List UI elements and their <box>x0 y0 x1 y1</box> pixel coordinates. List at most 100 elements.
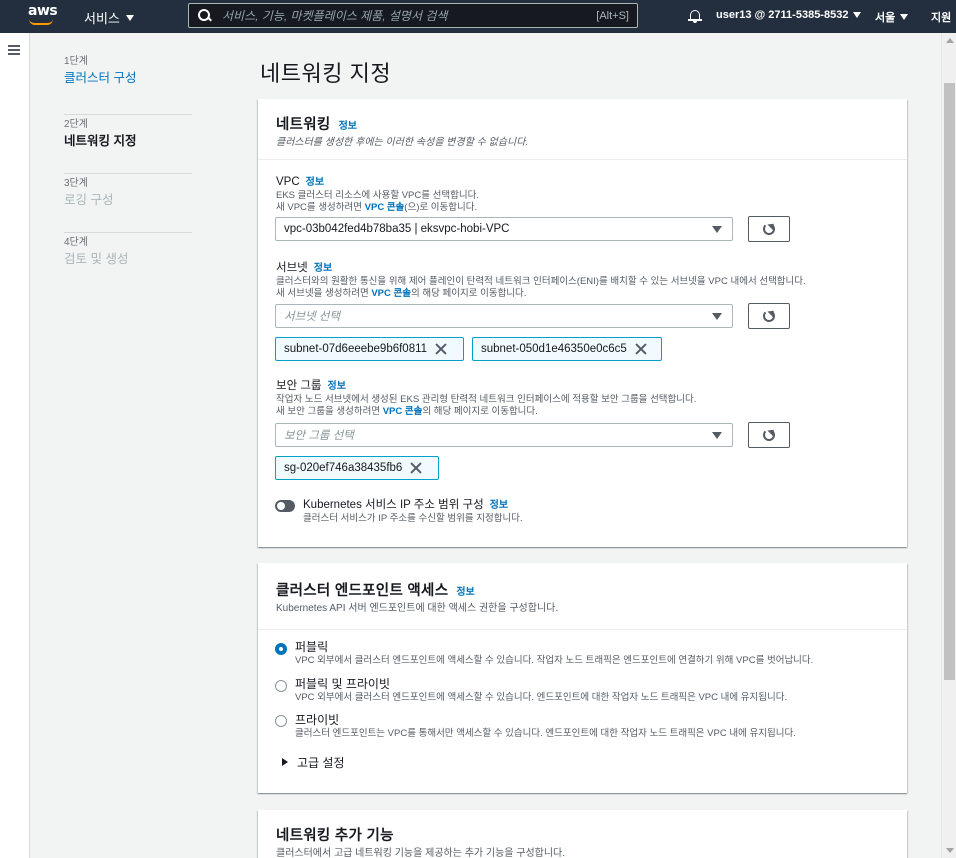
aws-smile-icon <box>29 19 53 25</box>
top-navigation: aws 서비스 [Alt+S] user13 @ 2711-5385-8532 … <box>0 0 956 33</box>
networking-title: 네트워킹 <box>276 117 331 133</box>
networking-addons-title: 네트워킹 추가 기능 <box>276 828 394 844</box>
subnet-info-link[interactable]: 정보 <box>314 263 332 274</box>
wizard-steps: 1단계 클러스터 구성 2단계 네트워킹 지정 3단계 로깅 구성 4단계 검토… <box>64 56 192 292</box>
networking-info-link[interactable]: 정보 <box>339 121 357 132</box>
subnet-hint-prefix: 새 서브넷을 생성하려면 <box>276 288 372 299</box>
services-menu-button[interactable]: 서비스 <box>84 8 134 27</box>
step-3: 3단계 로깅 구성 <box>64 174 192 233</box>
search-input[interactable] <box>222 8 597 23</box>
caret-down-icon <box>712 432 722 439</box>
option-label: 퍼블릭 및 프라이빗 <box>295 677 390 691</box>
step-title[interactable]: 클러스터 구성 <box>64 70 192 86</box>
k8s-ip-range-label: Kubernetes 서비스 IP 주소 범위 구성 <box>303 499 484 511</box>
k8s-ip-range-toggle[interactable] <box>275 500 295 512</box>
security-group-field: 보안 그룹 정보 작업자 노드 서브넷에서 생성된 EKS 관리형 탄력적 네트워… <box>276 379 696 418</box>
endpoint-access-header: 클러스터 엔드포인트 액세스 정보 Kubernetes API 서버 엔드포인트… <box>258 563 907 630</box>
endpoint-access-title: 클러스터 엔드포인트 액세스 <box>276 583 449 599</box>
subnet-select-placeholder: 서브넷 선택 <box>284 311 341 323</box>
refresh-icon <box>763 310 775 322</box>
search-icon <box>198 8 212 23</box>
menu-hamburger-icon[interactable] <box>8 45 20 55</box>
endpoint-private-option[interactable]: 프라이빗 클러스터 엔드포인트는 VPC를 통해서만 액세스할 수 있습니다. … <box>295 713 796 740</box>
networking-description: 클러스터를 생성한 후에는 이러한 속성을 변경할 수 없습니다. <box>276 137 529 148</box>
subnet-select[interactable]: 서브넷 선택 <box>275 304 733 328</box>
networking-panel: 네트워킹 정보 클러스터를 생성한 후에는 이러한 속성을 변경할 수 없습니다.… <box>258 99 907 547</box>
vpc-hint-suffix: (으)로 이동합니다. <box>404 202 478 213</box>
security-group-select[interactable]: 보안 그룹 선택 <box>275 423 733 447</box>
k8s-ip-range-field: Kubernetes 서비스 IP 주소 범위 구성 정보 클러스터 서비스가 I… <box>303 498 523 525</box>
vpc-refresh-button[interactable] <box>748 216 790 242</box>
security-group-refresh-button[interactable] <box>748 422 790 448</box>
search-shortcut-hint: [Alt+S] <box>596 9 629 22</box>
networking-addons-description: 클러스터에서 고급 네트워킹 기능을 제공하는 추가 기능을 구성합니다. <box>276 848 566 858</box>
step-number: 1단계 <box>64 56 88 67</box>
networking-header: 네트워킹 정보 클러스터를 생성한 후에는 이러한 속성을 변경할 수 없습니다. <box>258 99 907 160</box>
networking-addons-panel: 네트워킹 추가 기능 클러스터에서 고급 네트워킹 기능을 제공하는 추가 기능… <box>258 810 907 858</box>
security-group-hint-suffix: 의 해당 페이지로 이동합니다. <box>422 406 538 417</box>
caret-down-icon <box>853 12 862 18</box>
endpoint-public-radio[interactable] <box>275 643 287 655</box>
remove-token-icon[interactable] <box>410 462 422 474</box>
subnet-hint: 클러스터와의 원활한 통신을 위해 제어 플레인이 탄력적 네트워크 인터페이스… <box>276 276 806 287</box>
notifications-bell-icon[interactable] <box>688 9 702 23</box>
remove-token-icon[interactable] <box>435 343 447 355</box>
subnet-label: 서브넷 <box>276 262 308 274</box>
vpc-field: VPC 정보 EKS 클러스터 리소스에 사용할 VPC를 선택합니다. 새 VP… <box>276 175 479 214</box>
page-title: 네트워킹 지정 <box>260 61 392 86</box>
vpc-hint: EKS 클러스터 리소스에 사용할 VPC를 선택합니다. <box>276 190 479 201</box>
scroll-up-arrow-icon[interactable] <box>946 38 954 43</box>
security-group-hint: 작업자 노드 서브넷에서 생성된 EKS 관리형 탄력적 네트워크 인터페이스에… <box>276 394 697 405</box>
endpoint-access-description: Kubernetes API 서버 엔드포인트에 대한 액세스 권한을 구성합니… <box>276 603 559 614</box>
step-title: 검토 및 생성 <box>64 252 129 266</box>
step-title: 네트워킹 지정 <box>64 134 137 148</box>
global-search[interactable]: [Alt+S] <box>188 3 638 28</box>
aws-logo[interactable]: aws <box>28 4 58 28</box>
security-group-info-link[interactable]: 정보 <box>328 381 346 392</box>
subnet-token: subnet-07d6eeebe9b6f0811 <box>275 337 464 361</box>
step-4: 4단계 검토 및 생성 <box>64 233 192 292</box>
subnet-vpc-console-link[interactable]: VPC 콘솔 <box>371 288 411 299</box>
vpc-hint-prefix: 새 VPC를 생성하려면 <box>276 202 365 213</box>
advanced-settings-toggle[interactable]: 고급 설정 <box>297 754 345 771</box>
option-label: 프라이빗 <box>295 713 340 727</box>
option-label: 퍼블릭 <box>295 640 329 654</box>
subnet-refresh-button[interactable] <box>748 303 790 329</box>
security-group-vpc-console-link[interactable]: VPC 콘솔 <box>383 406 423 417</box>
vpc-info-link[interactable]: 정보 <box>306 177 324 188</box>
security-group-token: sg-020ef746a38435fb6 <box>275 456 439 480</box>
side-rail <box>0 33 30 858</box>
caret-down-icon <box>900 14 909 20</box>
step-number: 2단계 <box>64 119 88 130</box>
k8s-ip-range-hint: 클러스터 서비스가 IP 주소를 수신할 범위를 지정합니다. <box>303 513 523 524</box>
expand-triangle-icon[interactable] <box>282 758 288 766</box>
endpoint-public-private-option[interactable]: 퍼블릭 및 프라이빗 VPC 외부에서 클러스터 엔드포인트에 액세스할 수 있… <box>295 677 787 704</box>
endpoint-public-private-radio[interactable] <box>275 680 287 692</box>
remove-token-icon[interactable] <box>635 343 647 355</box>
vpc-console-link[interactable]: VPC 콘솔 <box>365 202 405 213</box>
caret-down-icon <box>125 14 134 21</box>
scrollbar-thumb[interactable] <box>944 83 955 680</box>
region-label: 서울 <box>875 12 896 24</box>
endpoint-private-radio[interactable] <box>275 715 287 727</box>
k8s-ip-range-info-link[interactable]: 정보 <box>490 500 508 511</box>
subnet-field: 서브넷 정보 클러스터와의 원활한 통신을 위해 제어 플레인이 탄력적 네트워크… <box>276 261 806 300</box>
scroll-down-arrow-icon[interactable] <box>946 848 954 853</box>
vpc-select-value: vpc-03b042fed4b78ba35 | eksvpc-hobi-VPC <box>284 223 510 235</box>
endpoint-public-option[interactable]: 퍼블릭 VPC 외부에서 클러스터 엔드포인트에 액세스할 수 있습니다. 작업… <box>295 640 813 667</box>
services-label: 서비스 <box>84 11 120 26</box>
region-menu[interactable]: 서울 <box>875 9 909 25</box>
support-menu[interactable]: 지원 <box>931 9 951 25</box>
account-menu[interactable]: user13 @ 2711-5385-8532 <box>716 9 862 21</box>
option-description: VPC 외부에서 클러스터 엔드포인트에 액세스할 수 있습니다. 작업자 노드… <box>295 655 814 666</box>
step-1[interactable]: 1단계 클러스터 구성 <box>64 56 192 115</box>
step-number: 4단계 <box>64 237 88 248</box>
vpc-select[interactable]: vpc-03b042fed4b78ba35 | eksvpc-hobi-VPC <box>275 217 733 241</box>
endpoint-access-info-link[interactable]: 정보 <box>456 587 474 598</box>
option-description: VPC 외부에서 클러스터 엔드포인트에 액세스할 수 있습니다. 엔드포인트에… <box>295 692 788 703</box>
security-group-token-label: sg-020ef746a38435fb6 <box>284 462 403 474</box>
security-group-hint-prefix: 새 보안 그룹을 생성하려면 <box>276 406 383 417</box>
page-scrollbar[interactable] <box>941 33 956 858</box>
refresh-icon <box>763 429 775 441</box>
account-label: user13 @ 2711-5385-8532 <box>716 9 849 21</box>
